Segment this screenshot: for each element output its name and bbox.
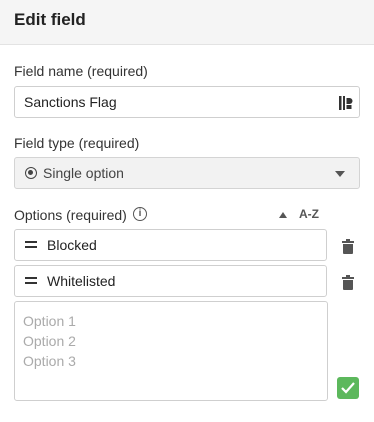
sort-up-icon [279, 212, 287, 218]
chevron-down-icon [335, 171, 345, 177]
sort-az-label: A-Z [299, 207, 319, 221]
field-name-value: Sanctions Flag [24, 94, 117, 110]
keyboard-assist-icon[interactable] [339, 95, 353, 111]
field-name-label: Field name (required) [14, 63, 148, 79]
field-type-value: Single option [43, 165, 124, 181]
drag-handle-icon[interactable] [25, 241, 37, 249]
drag-handle-icon[interactable] [25, 277, 37, 285]
option-item[interactable]: Blocked [14, 229, 327, 261]
info-icon[interactable]: i [133, 207, 147, 221]
option-item[interactable]: Whitelisted [14, 265, 327, 297]
trash-icon[interactable] [342, 239, 354, 254]
panel-header: Edit field [0, 0, 374, 45]
radio-icon [25, 167, 37, 179]
sort-az-button[interactable]: A-Z [279, 207, 323, 223]
option-value: Whitelisted [47, 273, 116, 289]
panel-title: Edit field [14, 10, 86, 29]
placeholder-line: Option 2 [23, 333, 76, 349]
checkmark-icon [341, 382, 355, 394]
placeholder-line: Option 3 [23, 353, 76, 369]
confirm-button[interactable] [337, 377, 359, 399]
options-label: Options (required) [14, 207, 127, 223]
field-type-select[interactable]: Single option [14, 157, 360, 189]
placeholder-line: Option 1 [23, 313, 76, 329]
field-name-input[interactable]: Sanctions Flag [14, 86, 360, 118]
field-type-label: Field type (required) [14, 135, 140, 151]
new-options-textarea[interactable]: Option 1 Option 2 Option 3 [14, 301, 328, 401]
option-value: Blocked [47, 237, 97, 253]
trash-icon[interactable] [342, 275, 354, 290]
